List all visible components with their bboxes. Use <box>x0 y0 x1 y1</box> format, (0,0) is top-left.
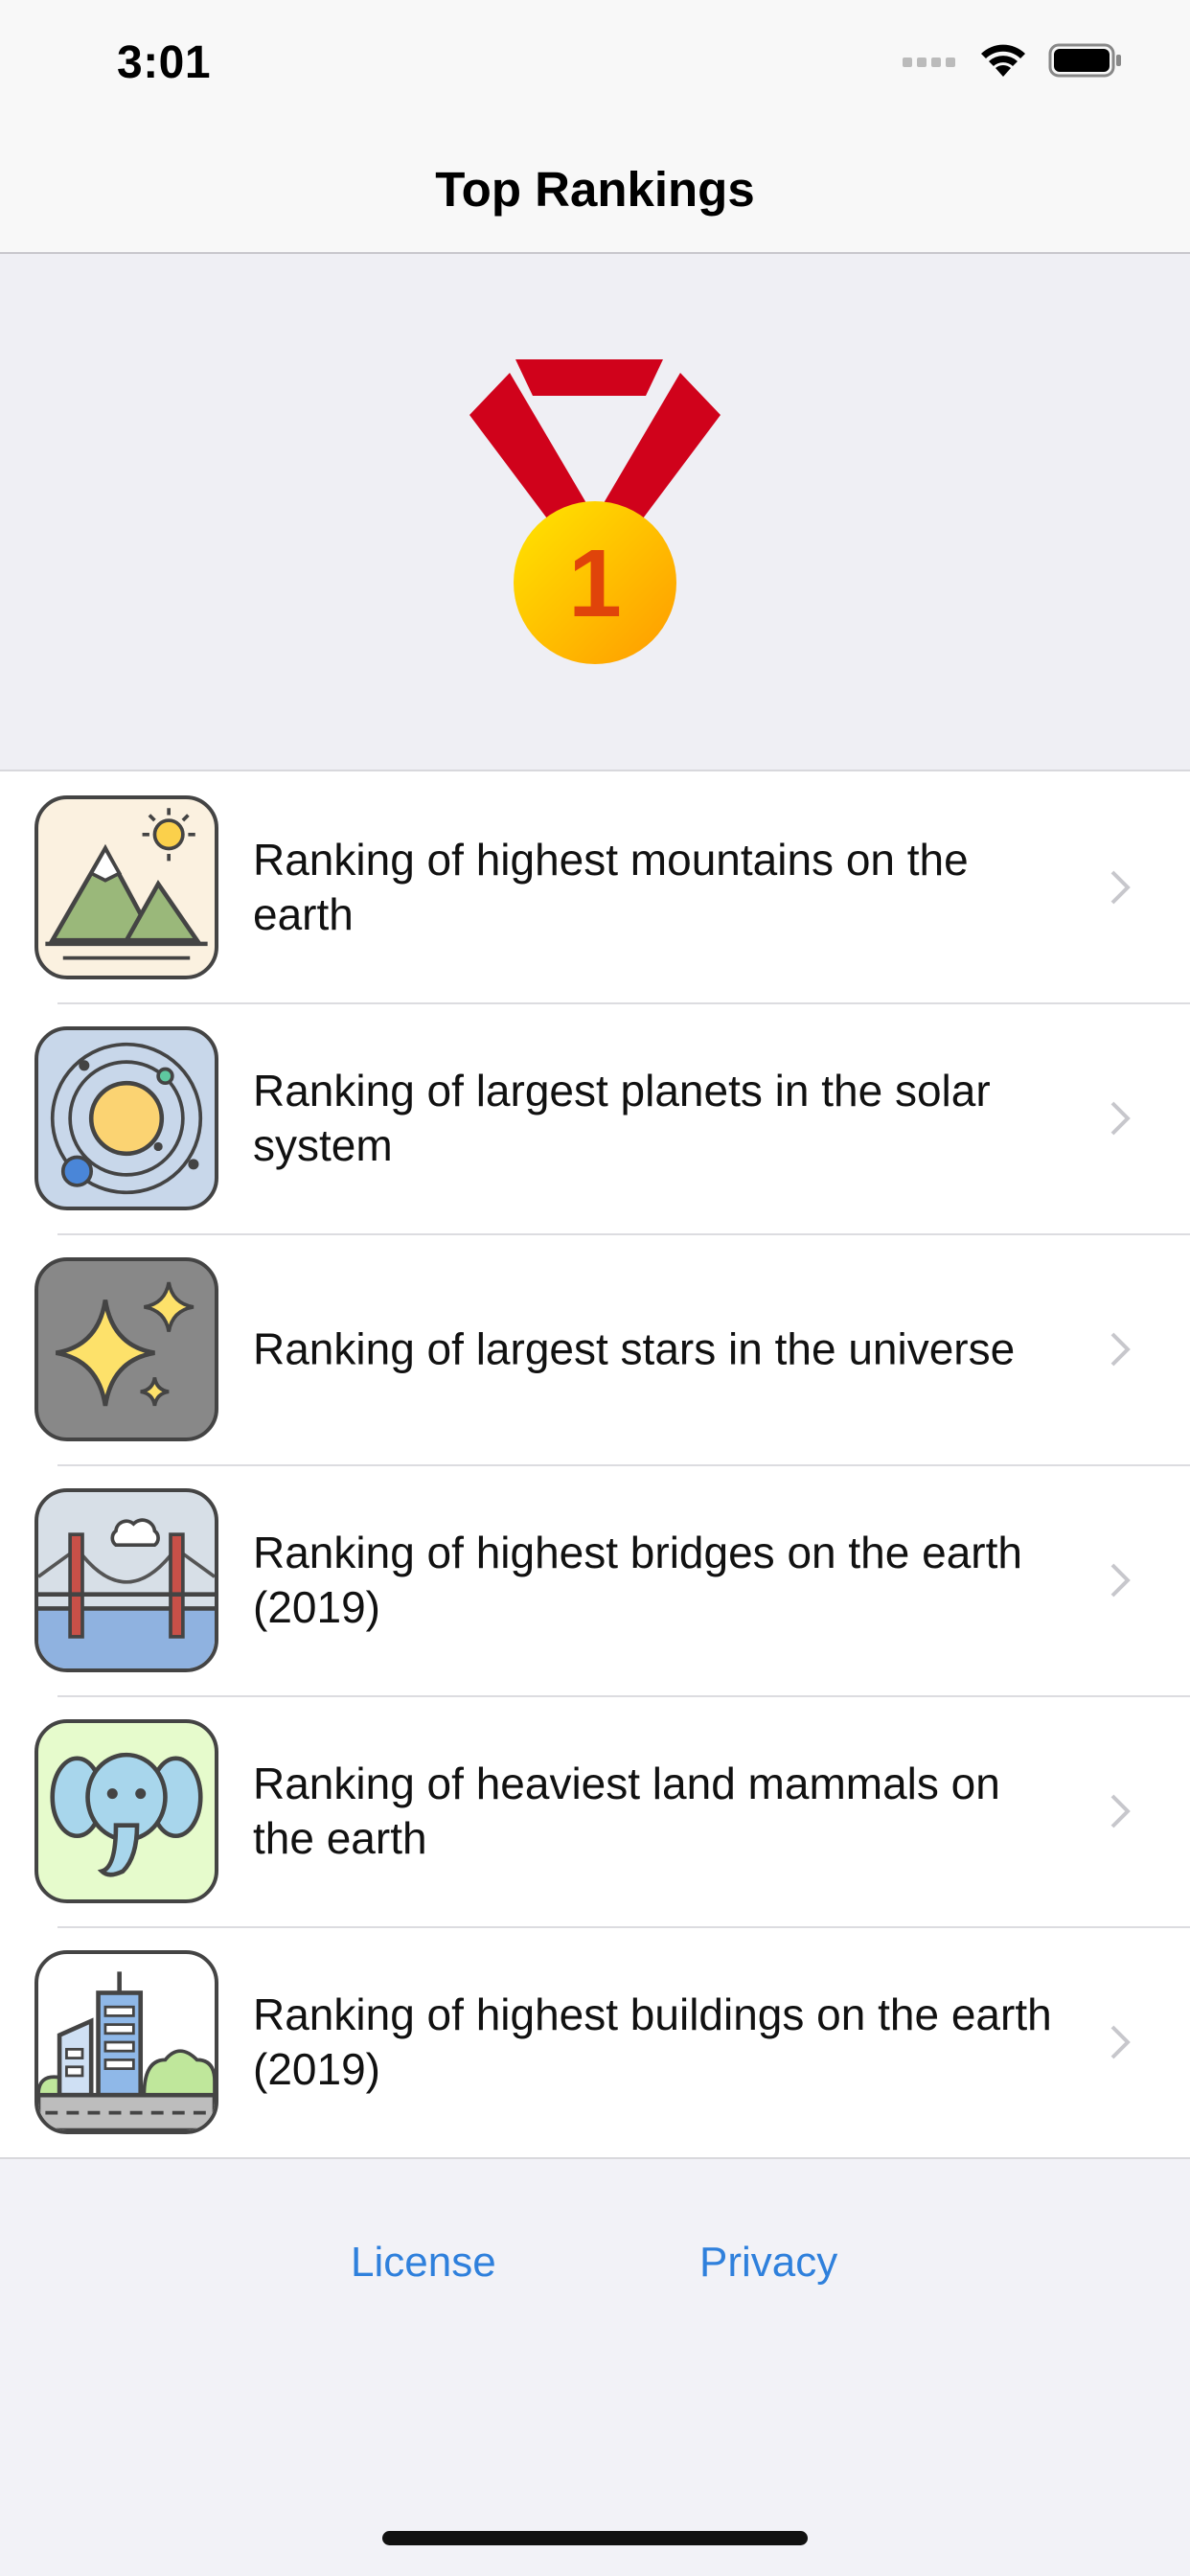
list-item-label: Ranking of largest stars in the universe <box>253 1323 1016 1373</box>
page-title: Top Rankings <box>435 162 755 217</box>
bridge-icon <box>34 1488 218 1672</box>
battery-icon <box>1048 43 1121 78</box>
list-item-label: Ranking of largest planets in the solar … <box>253 1065 991 1170</box>
status-icons <box>903 42 1123 79</box>
license-link[interactable]: License <box>351 2239 496 2287</box>
medal-icon: 1 <box>469 359 721 664</box>
list-item[interactable]: Ranking of largest planets in the solar … <box>0 1002 1190 1233</box>
list-item[interactable]: Ranking of heaviest land mammals on the … <box>0 1695 1190 1926</box>
list-item[interactable]: Ranking of highest bridges on the earth … <box>0 1464 1190 1695</box>
hero-section: 1 <box>0 254 1190 770</box>
status-time: 3:01 <box>117 37 212 88</box>
chevron-right-icon <box>1110 2025 1131 2058</box>
stars-icon <box>34 1257 218 1441</box>
chevron-right-icon <box>1110 1332 1131 1366</box>
elephant-icon <box>34 1719 218 1903</box>
chevron-right-icon <box>1110 870 1131 904</box>
list-item[interactable]: Ranking of highest mountains on the eart… <box>0 771 1190 1002</box>
chevron-right-icon <box>1110 1794 1131 1828</box>
list-item-label: Ranking of heaviest land mammals on the … <box>253 1758 1000 1863</box>
list-item-label: Ranking of highest buildings on the eart… <box>253 1989 1052 2094</box>
mountain-icon <box>34 795 218 979</box>
solar-system-icon <box>34 1026 218 1210</box>
rankings-list: Ranking of highest mountains on the eart… <box>0 770 1190 2159</box>
list-item-label: Ranking of highest bridges on the earth … <box>253 1527 1022 1632</box>
privacy-link[interactable]: Privacy <box>699 2239 837 2287</box>
list-item-label: Ranking of highest mountains on the eart… <box>253 834 969 939</box>
navigation-bar: Top Rankings <box>0 134 1190 254</box>
building-icon <box>34 1950 218 2134</box>
medal-number: 1 <box>568 530 622 637</box>
home-indicator[interactable] <box>382 2531 808 2545</box>
wifi-icon <box>981 44 1025 77</box>
chevron-right-icon <box>1110 1563 1131 1597</box>
footer-links: License Privacy <box>0 2239 1190 2306</box>
status-bar: 3:01 <box>0 0 1190 134</box>
chevron-right-icon <box>1110 1101 1131 1135</box>
signal-icon <box>903 58 955 67</box>
list-item[interactable]: Ranking of largest stars in the universe <box>0 1233 1190 1464</box>
list-item[interactable]: Ranking of highest buildings on the eart… <box>0 1926 1190 2157</box>
